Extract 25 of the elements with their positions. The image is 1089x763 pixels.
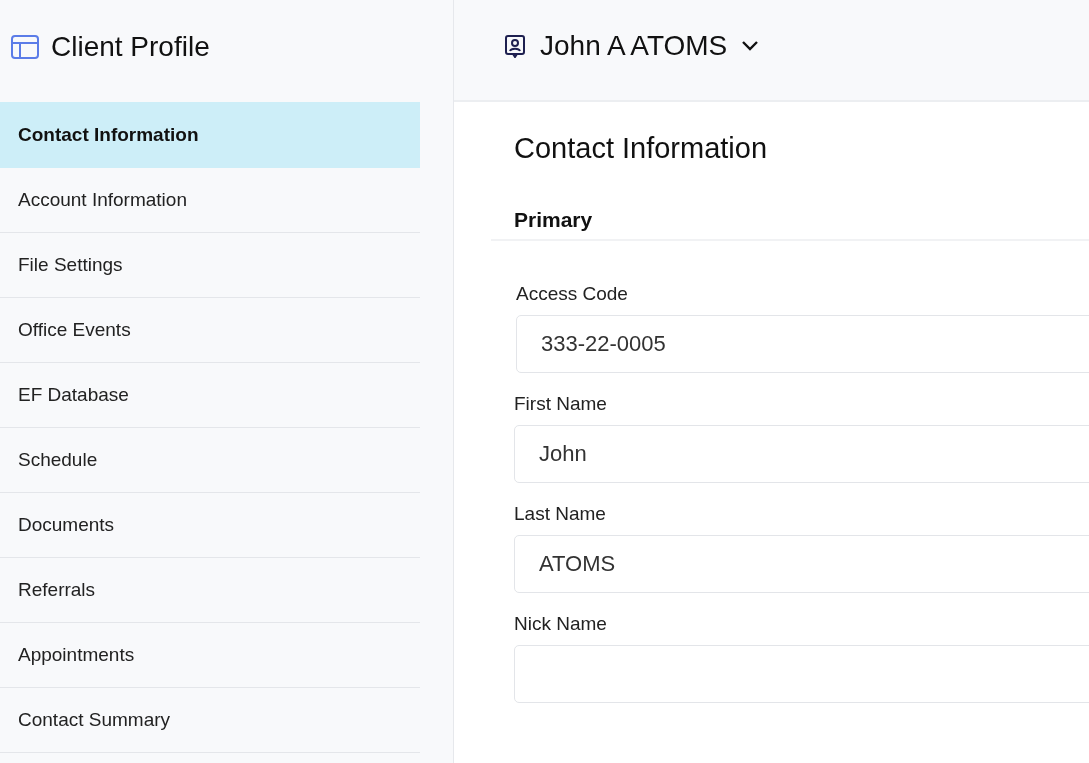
page-heading: Contact Information — [513, 131, 769, 166]
sidebar-item[interactable]: File Settings — [0, 233, 420, 298]
input-field[interactable]: ATOMS — [514, 535, 1089, 593]
sidebar-item[interactable]: Account Information — [0, 168, 420, 233]
contact-card-icon — [504, 34, 526, 58]
sidebar-item[interactable]: Documents — [0, 493, 420, 558]
sidebar-item[interactable]: Appointments — [0, 623, 420, 688]
layout-icon — [11, 34, 39, 60]
sidebar-item[interactable]: Referrals — [0, 558, 420, 623]
input-field[interactable] — [514, 645, 1089, 703]
field-label: Last Name — [514, 503, 607, 525]
field-label: Access Code — [516, 283, 629, 305]
section-heading: Primary — [491, 184, 1089, 241]
field-label: First Name — [514, 393, 608, 415]
sidebar-item[interactable]: EF Database — [0, 363, 420, 428]
sidebar-title: Client Profile — [51, 31, 210, 63]
input-field[interactable]: 333-22-0005 — [516, 315, 1089, 373]
sidebar-item[interactable]: Schedule — [0, 428, 420, 493]
sidebar-item[interactable]: Contact Summary — [0, 688, 420, 753]
field-label: Nick Name — [514, 613, 608, 635]
chevron-down-icon[interactable] — [741, 40, 760, 52]
client-name: John A ATOMS — [540, 30, 728, 62]
input-field[interactable]: John — [514, 425, 1089, 483]
sidebar-item[interactable]: Contact Information — [0, 102, 420, 168]
sidebar-item[interactable]: Office Events — [0, 298, 420, 363]
